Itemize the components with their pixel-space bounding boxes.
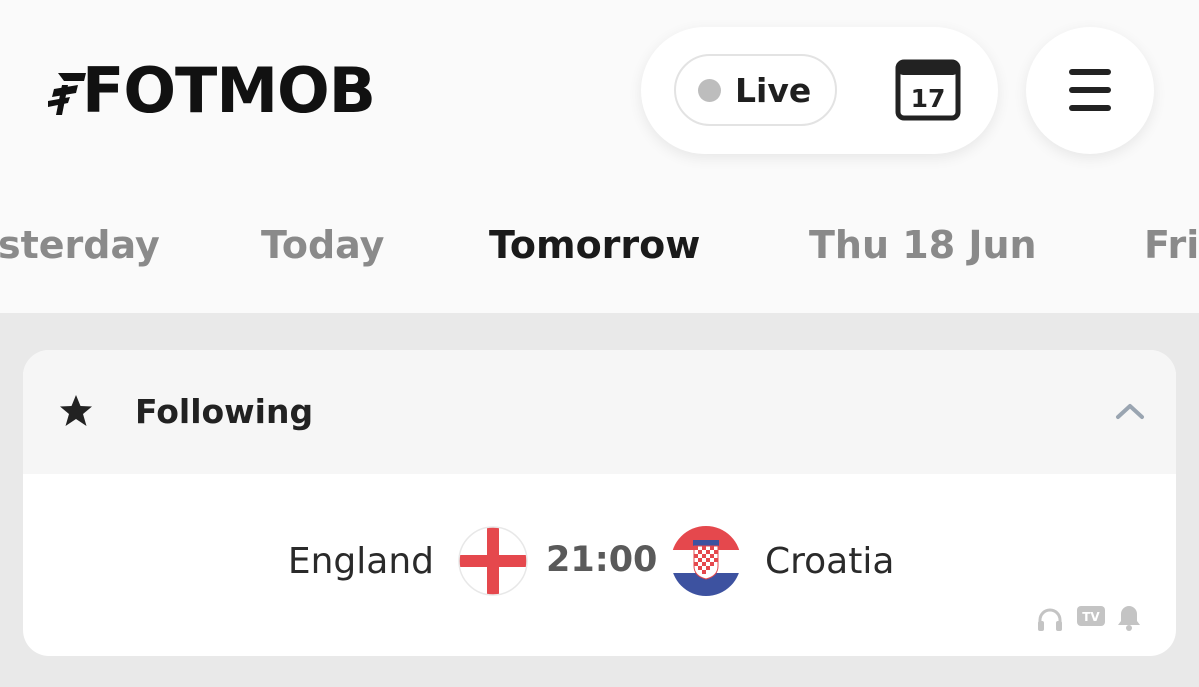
calendar-day: 17 (911, 84, 946, 113)
date-tabs: sterday Today Tomorrow Thu 18 Jun Fri (0, 210, 1199, 280)
star-icon (60, 395, 92, 426)
menu-button[interactable] (1026, 27, 1154, 154)
logo-text: FOTMOB (82, 54, 376, 127)
svg-text:TV: TV (1082, 610, 1100, 624)
away-team-name: Croatia (765, 541, 895, 582)
bell-icon[interactable] (1116, 604, 1142, 632)
home-team-name: England (287, 541, 434, 582)
calendar-icon[interactable]: 17 (894, 58, 962, 122)
live-label: Live (735, 70, 812, 110)
following-card: Following England 21:00 Croatia TV (23, 350, 1176, 656)
croatia-flag-icon (671, 526, 741, 596)
tab-today[interactable]: Today (261, 210, 384, 280)
tv-icon[interactable]: TV (1076, 605, 1106, 629)
headphones-icon[interactable] (1036, 606, 1064, 632)
live-indicator-icon (698, 78, 721, 102)
top-header: FOTMOB Live 17 sterday Today Tomorrow Th… (0, 0, 1199, 313)
hamburger-icon (1069, 69, 1111, 111)
england-flag-icon (458, 526, 528, 596)
following-header[interactable]: Following (23, 350, 1176, 474)
match-time: 21:00 (546, 540, 658, 580)
tab-thu-18-jun[interactable]: Thu 18 Jun (809, 210, 1037, 280)
fotmob-logo[interactable]: FOTMOB (48, 54, 376, 127)
live-button[interactable]: Live (674, 54, 837, 126)
tab-yesterday[interactable]: sterday (0, 210, 160, 280)
tab-friday[interactable]: Fri (1144, 210, 1199, 280)
chevron-up-icon[interactable] (1115, 402, 1145, 420)
following-title: Following (135, 392, 314, 431)
tab-tomorrow[interactable]: Tomorrow (489, 210, 700, 280)
